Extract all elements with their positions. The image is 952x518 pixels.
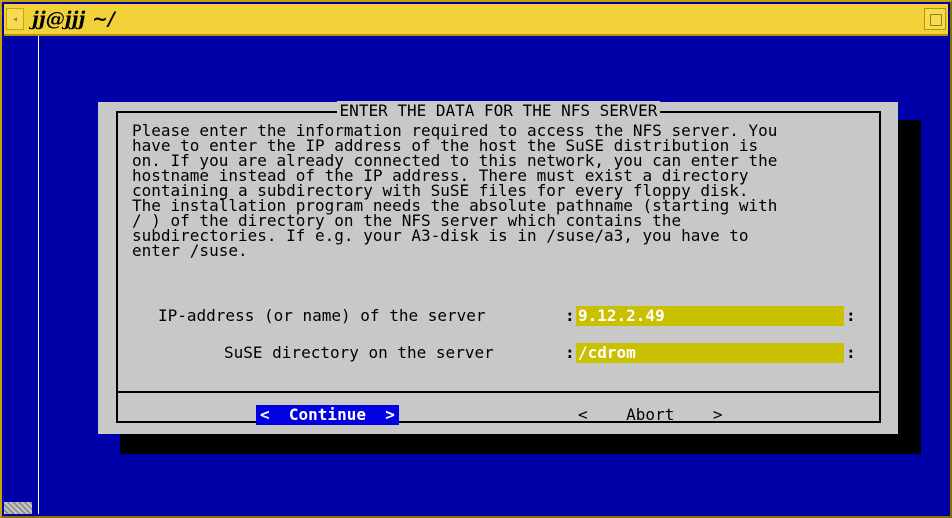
dialog-title: ENTER THE DATA FOR THE NFS SERVER [336, 101, 661, 120]
continue-button[interactable]: < Continue > [256, 405, 399, 425]
field-colon-right: : [846, 343, 856, 362]
field-colon-left: : [565, 306, 575, 325]
resize-grip[interactable] [4, 502, 32, 514]
window-title: jj@jjj ~/ [32, 8, 115, 30]
info-text-line: enter /suse. [132, 241, 248, 260]
suse-directory-input[interactable]: /cdrom [576, 343, 844, 363]
ip-address-input[interactable]: 9.12.2.49 [576, 306, 844, 326]
field-colon-left: : [565, 343, 575, 362]
maximize-icon[interactable] [924, 8, 946, 30]
terminal-left-margin [4, 36, 39, 514]
button-separator [118, 391, 879, 393]
window-titlebar[interactable]: ◂ jj@jjj ~/ [4, 4, 948, 36]
window-menu-icon[interactable]: ◂ [6, 8, 24, 30]
abort-button[interactable]: < Abort > [578, 405, 723, 425]
suse-directory-label: SuSE directory on the server [224, 343, 494, 362]
nfs-server-dialog: ENTER THE DATA FOR THE NFS SERVER Please… [98, 101, 898, 434]
ip-address-label: IP-address (or name) of the server [158, 306, 486, 325]
field-colon-right: : [846, 306, 856, 325]
dialog-frame: ENTER THE DATA FOR THE NFS SERVER Please… [116, 101, 881, 425]
